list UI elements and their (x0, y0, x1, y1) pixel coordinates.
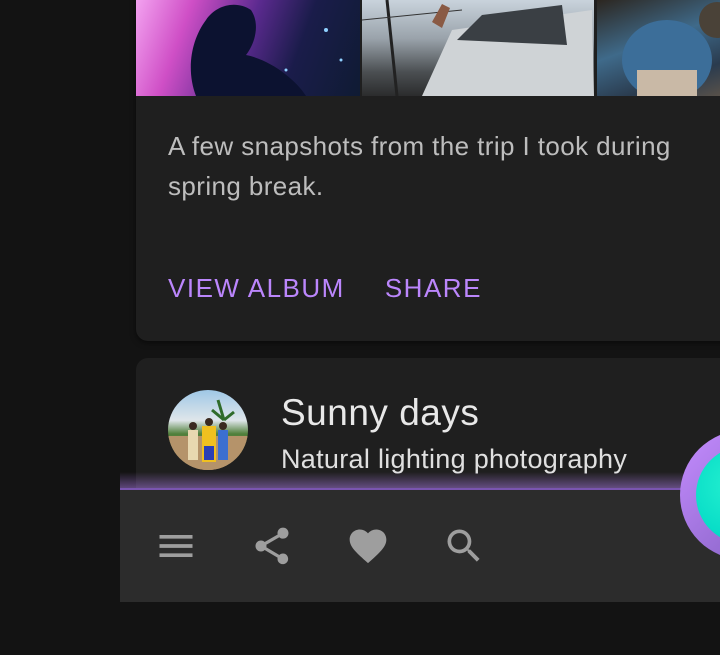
album-card: A few snapshots from the trip I took dur… (136, 0, 720, 341)
album-photo-1[interactable] (136, 0, 360, 96)
silhouette-image (190, 4, 343, 96)
fab-surface (696, 446, 720, 544)
favorite-icon[interactable] (346, 524, 390, 568)
child-image (622, 2, 720, 96)
search-icon[interactable] (442, 524, 486, 568)
item-title: Sunny days (281, 392, 480, 433)
album-photo-2[interactable] (362, 0, 594, 96)
bottom-app-bar (120, 488, 720, 602)
street-car-image (362, 0, 594, 96)
share-icon[interactable] (250, 524, 294, 568)
avatar (168, 390, 248, 470)
album-description: A few snapshots from the trip I took dur… (168, 131, 671, 201)
album-actions: VIEW ALBUM SHARE (168, 273, 482, 304)
screen: A few snapshots from the trip I took dur… (0, 0, 720, 655)
item-subtitle: Natural lighting photography (281, 444, 628, 474)
album-photo-strip (136, 0, 720, 96)
share-button[interactable]: SHARE (385, 273, 482, 304)
album-photo-3[interactable] (597, 0, 720, 96)
people-photo-thumbnail (168, 399, 248, 470)
view-album-button[interactable]: VIEW ALBUM (168, 273, 345, 304)
menu-icon[interactable] (154, 524, 198, 568)
